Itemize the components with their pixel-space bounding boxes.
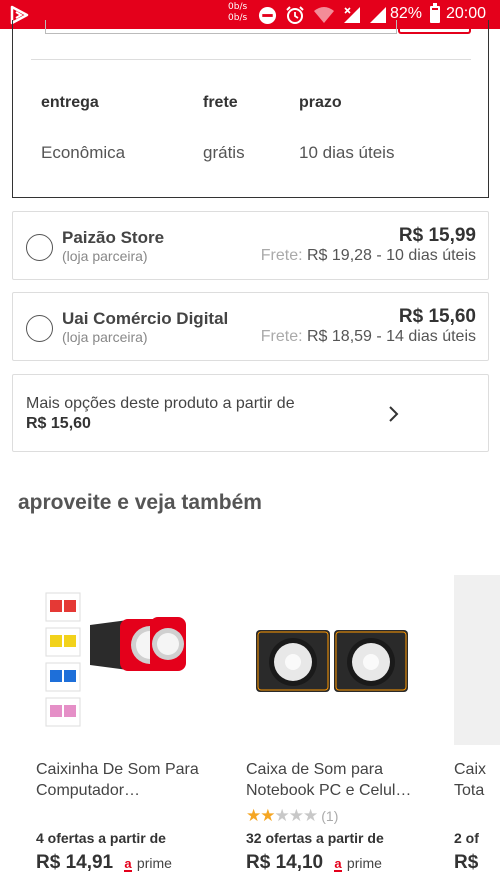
shipping-value: R$ 19,28 - 10 dias úteis xyxy=(307,247,476,264)
star-filled-icon: ★ xyxy=(260,806,275,825)
header-deadline: prazo xyxy=(299,94,342,111)
product-price: R$ xyxy=(454,852,479,873)
seller-tag: (loja parceira) xyxy=(62,329,148,345)
product-offers: 4 ofertas a partir de xyxy=(36,830,166,846)
cep-input[interactable] xyxy=(45,20,397,34)
product-title[interactable]: Caix Tota xyxy=(454,759,500,801)
star-filled-icon: ★ xyxy=(246,806,261,825)
seller-radio[interactable] xyxy=(26,234,53,261)
product-image[interactable] xyxy=(246,575,446,745)
rating-stars: ★★★★★ (1) xyxy=(246,806,338,826)
seller-price: R$ 15,60 xyxy=(398,306,476,327)
shipping-options-card: entrega frete prazo Econômica grátis 10 … xyxy=(12,20,489,198)
product-price: R$ 14,91 a prime xyxy=(36,852,172,873)
rating-count: (1) xyxy=(321,808,339,824)
prime-badge-icon: a xyxy=(124,856,132,872)
product-title[interactable]: Caixa de Som para Notebook PC e Celul… xyxy=(246,759,436,801)
prime-badge-icon: a xyxy=(334,856,342,872)
freight-value: grátis xyxy=(203,143,245,162)
prime-label: prime xyxy=(346,855,382,871)
shipping-label: Frete: xyxy=(260,328,303,345)
product-price: R$ 14,10 a prime xyxy=(246,852,382,873)
product-image[interactable] xyxy=(36,575,236,745)
divider xyxy=(31,59,471,60)
star-empty-icon: ★ xyxy=(288,806,304,825)
seller-option[interactable]: Uai Comércio Digital (loja parceira) R$ … xyxy=(12,292,489,361)
product-offers: 2 of xyxy=(454,830,479,846)
seller-tag: (loja parceira) xyxy=(62,248,148,264)
calculate-shipping-button[interactable] xyxy=(398,20,471,34)
delivery-type: Econômica xyxy=(41,143,126,162)
star-empty-icon: ★ xyxy=(303,806,318,825)
seller-name: Paizão Store xyxy=(62,228,165,247)
seller-shipping: Frete: R$ 19,28 - 10 dias úteis xyxy=(261,247,476,265)
more-options-text: Mais opções deste produto a partir de xyxy=(26,395,295,412)
more-options-link[interactable]: Mais opções deste produto a partir de R$… xyxy=(12,374,489,452)
shipping-value: R$ 18,59 - 14 dias úteis xyxy=(307,328,476,345)
product-title[interactable]: Caixinha De Som Para Computador… xyxy=(36,759,226,801)
deadline-value: 10 dias úteis xyxy=(299,143,395,162)
seller-name: Uai Comércio Digital xyxy=(62,309,229,328)
header-delivery: entrega xyxy=(41,94,99,111)
seller-shipping: Frete: R$ 18,59 - 14 dias úteis xyxy=(261,328,476,346)
product-card[interactable]: Caixa de Som para Notebook PC e Celul… ★… xyxy=(246,575,446,885)
chevron-right-icon xyxy=(389,406,399,422)
seller-radio[interactable] xyxy=(26,315,53,342)
product-card[interactable]: Caix Tota 2 of R$ xyxy=(454,575,500,885)
section-title: aproveite e veja também xyxy=(18,491,262,514)
product-image[interactable] xyxy=(454,575,500,745)
more-options-price: R$ 15,60 xyxy=(26,415,91,432)
header-freight: frete xyxy=(203,94,238,111)
star-empty-icon: ★ xyxy=(274,806,290,825)
prime-label: prime xyxy=(136,855,172,871)
shipping-label: Frete: xyxy=(260,247,303,264)
seller-option[interactable]: Paizão Store (loja parceira) R$ 15,99 Fr… xyxy=(12,211,489,280)
product-card[interactable]: Caixinha De Som Para Computador… 4 ofert… xyxy=(36,575,236,885)
product-offers: 32 ofertas a partir de xyxy=(246,830,384,846)
seller-price: R$ 15,99 xyxy=(398,225,476,246)
